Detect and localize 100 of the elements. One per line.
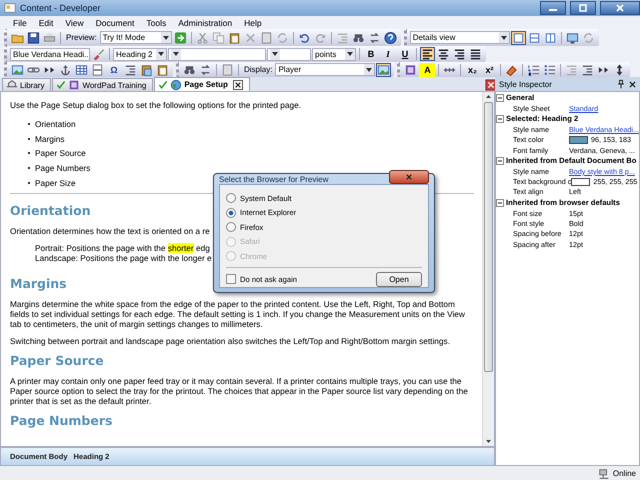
subscript-button[interactable]: x₂ — [464, 62, 480, 76]
caret-icon — [173, 52, 179, 56]
rule-button[interactable] — [90, 62, 105, 76]
layout-button[interactable] — [510, 30, 526, 44]
image-button[interactable] — [10, 62, 25, 76]
layout-icon — [512, 30, 525, 44]
minus-icon — [497, 94, 503, 100]
anchor-button[interactable] — [58, 62, 73, 76]
help-button[interactable] — [382, 30, 398, 44]
minimize-button[interactable] — [540, 1, 566, 15]
format-button[interactable]: B — [363, 47, 379, 61]
monitor-button[interactable] — [564, 30, 580, 44]
radio-button[interactable] — [226, 222, 236, 232]
paragraph: A printer may contain only one paper feed tray or it may contain several. If a printer contains multiple trays, you can use the Paper source option to select the tray for the printout. The choices that appear in the Paper source list vary depending on the printer that is set as the default printer. — [10, 376, 469, 406]
scissors-icon — [196, 30, 209, 44]
paragraph: Landscape: Positions the page with the longer e — [35, 252, 212, 263]
list-item: Paper Size — [35, 178, 76, 188]
align-button[interactable] — [452, 47, 467, 61]
menu-item[interactable]: Edit — [34, 18, 58, 28]
dialog-title: Select the Browser for Preview — [219, 174, 328, 184]
close-icon — [616, 4, 624, 12]
document-tab[interactable]: Page Setup — [154, 77, 250, 91]
app-icon — [4, 2, 16, 14]
size-unit-dropdown[interactable]: points — [312, 48, 356, 60]
menu-item[interactable]: Help — [239, 18, 267, 28]
go-icon — [174, 30, 187, 44]
tab-label: WordPad Training — [82, 80, 146, 90]
superscript-button[interactable]: x² — [481, 62, 498, 76]
minus-icon — [497, 116, 503, 122]
collapse-toggle[interactable] — [496, 114, 504, 123]
numbered-list-button[interactable] — [526, 62, 542, 76]
save-button[interactable] — [26, 30, 41, 44]
open-button[interactable]: Open — [376, 272, 422, 286]
clipboard-button[interactable] — [155, 62, 170, 76]
bulleted-list-icon — [543, 62, 556, 76]
symbol-button[interactable]: Ω — [106, 62, 122, 76]
preview-button[interactable] — [376, 62, 392, 76]
layout-icon — [528, 30, 541, 44]
checkbox[interactable] — [226, 274, 236, 284]
collapse-toggle[interactable] — [496, 198, 504, 207]
window-title: Content - Developer — [20, 3, 102, 13]
panel-title: Style Inspector — [499, 80, 553, 88]
caret-icon — [162, 36, 169, 40]
image-icon — [377, 62, 390, 76]
align-button[interactable] — [436, 47, 451, 61]
display-label: Display: — [243, 65, 274, 74]
format-button[interactable]: I — [380, 47, 396, 61]
document-tab[interactable]: Library — [2, 78, 52, 91]
layout-icon — [544, 30, 557, 44]
align-icon — [421, 47, 434, 61]
maximize-button[interactable] — [570, 1, 596, 15]
paste-button[interactable] — [139, 62, 154, 76]
brush-button[interactable] — [91, 47, 106, 61]
align-icon — [437, 47, 450, 61]
indent-icon — [124, 62, 137, 76]
list-item: Orientation — [35, 119, 76, 130]
format-button[interactable]: U — [397, 47, 413, 61]
align-icon — [469, 47, 482, 61]
paste-icon — [140, 62, 153, 76]
table-button[interactable] — [74, 62, 89, 76]
collapse-toggle[interactable] — [496, 156, 504, 165]
radio-button[interactable] — [226, 193, 236, 204]
font-size-dropdown[interactable] — [267, 48, 311, 60]
close-button[interactable] — [600, 1, 640, 15]
table-icon — [75, 62, 88, 76]
align-button[interactable] — [468, 47, 483, 61]
menu-item[interactable]: File — [8, 18, 32, 28]
style-dropdown[interactable]: Blue Verdana Headi... — [10, 48, 90, 60]
menu-item[interactable]: Administration — [173, 18, 238, 28]
indent-button[interactable] — [123, 62, 138, 76]
menu-item[interactable]: View — [60, 18, 89, 28]
tab-close-button[interactable] — [232, 80, 243, 90]
view-mode-dropdown[interactable]: Details view — [410, 31, 510, 44]
bulleted-list-button[interactable] — [542, 62, 558, 76]
minus-icon — [497, 158, 503, 164]
pin-icon — [616, 79, 626, 89]
align-button[interactable] — [420, 47, 435, 61]
preview-mode-dropdown[interactable]: Try It! Mode — [100, 31, 172, 44]
display-dropdown[interactable]: Player — [275, 63, 376, 76]
network-icon — [598, 468, 610, 480]
menu-item[interactable]: Document — [90, 18, 140, 28]
document-tab[interactable]: WordPad Training — [52, 78, 154, 91]
section-heading: Margins — [10, 276, 67, 291]
close-button[interactable] — [628, 80, 637, 88]
collapse-toggle[interactable] — [496, 94, 504, 102]
menu-item[interactable]: Tools — [141, 18, 172, 28]
caret-icon — [500, 36, 507, 40]
radio-button[interactable] — [226, 208, 236, 218]
dialog-close-button[interactable] — [389, 170, 429, 184]
pin-button[interactable] — [616, 79, 626, 89]
block-format-dropdown[interactable]: Heading 2 — [113, 48, 167, 60]
go-button[interactable] — [172, 30, 188, 44]
panel-close-button[interactable] — [485, 79, 497, 91]
highlight-button[interactable]: A — [419, 62, 436, 76]
outdent-icon — [336, 30, 349, 44]
scrollbar[interactable] — [482, 92, 494, 446]
close-icon — [405, 173, 413, 181]
paragraph: Use the Page Setup dialog box to set the following options for the printed page. — [10, 100, 302, 110]
list-item: Page Numbers — [35, 163, 90, 174]
image-icon — [11, 62, 24, 76]
